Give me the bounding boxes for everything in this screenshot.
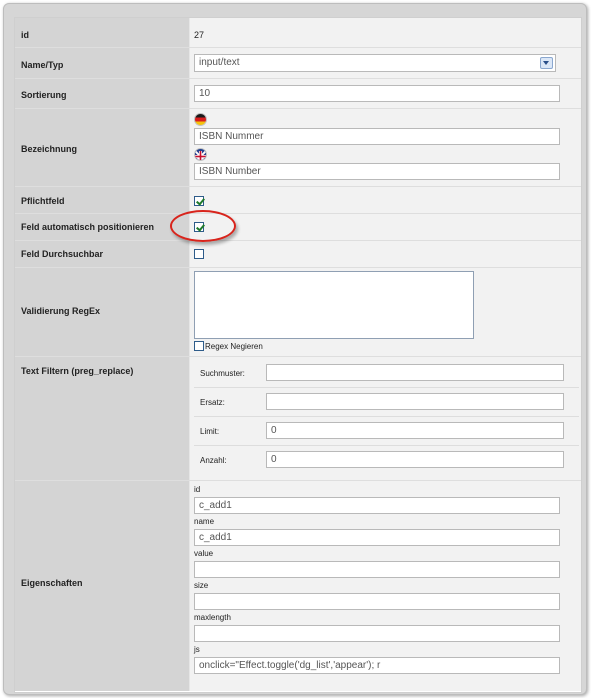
prop-maxlength-input[interactable]: [194, 625, 560, 642]
prop-size-input[interactable]: [194, 593, 560, 610]
suchmuster-label: Suchmuster:: [200, 369, 245, 378]
ersatz-label: Ersatz:: [200, 398, 225, 407]
value-cell: [190, 214, 581, 240]
suchmuster-input[interactable]: [266, 364, 564, 381]
filter-row-suchmuster: Suchmuster:: [194, 359, 579, 388]
prop-js-label: js: [194, 645, 200, 654]
durchsuchbar-checkbox[interactable]: [194, 249, 204, 259]
auto-position-checkbox[interactable]: [194, 222, 204, 232]
filter-row-anzahl: Anzahl:: [194, 446, 579, 474]
value-cell: [190, 241, 581, 267]
row-text-filter: Text Filtern (preg_replace) Suchmuster: …: [15, 357, 581, 481]
row-bezeichnung: Bezeichnung: [15, 109, 581, 187]
prop-value-label: value: [194, 549, 214, 558]
text-filter-label: Text Filtern (preg_replace): [21, 366, 134, 376]
filter-row-ersatz: Ersatz:: [194, 388, 579, 417]
eigenschaften-label: Eigenschaften: [21, 578, 83, 588]
uk-flag-icon: [195, 149, 206, 160]
value-cell: Regex Negieren: [190, 268, 581, 356]
auto-position-label: Feld automatisch positionieren: [21, 222, 155, 232]
label-cell: Feld automatisch positionieren: [15, 214, 190, 240]
label-cell: Eigenschaften: [15, 481, 190, 691]
value-cell: id name value size maxlength js: [190, 481, 581, 691]
prop-js-input[interactable]: [194, 657, 560, 674]
label-cell: Feld Durchsuchbar: [15, 241, 190, 267]
value-cell: [190, 187, 581, 213]
sortierung-label: Sortierung: [21, 90, 67, 100]
row-name-typ: Name/Typ input/text: [15, 48, 581, 79]
pflichtfeld-label: Pflichtfeld: [21, 196, 65, 206]
limit-label: Limit:: [200, 427, 220, 436]
form-window: id 27 Name/Typ input/text Sortierung 10 …: [3, 3, 587, 695]
anzahl-input[interactable]: [266, 451, 564, 468]
id-label: id: [21, 30, 29, 40]
germany-flag-icon: [195, 114, 206, 125]
text-filter-table: Suchmuster: Ersatz: Limit: Anzahl:: [194, 357, 579, 476]
row-pflichtfeld: Pflichtfeld: [15, 187, 581, 214]
name-typ-label: Name/Typ: [21, 60, 64, 70]
row-id: id 27: [15, 18, 581, 48]
label-cell: Validierung RegEx: [15, 268, 190, 356]
prop-name-input[interactable]: [194, 529, 560, 546]
chevron-down-icon[interactable]: [540, 57, 553, 69]
filter-row-limit: Limit:: [194, 417, 579, 446]
durchsuchbar-label: Feld Durchsuchbar: [21, 249, 104, 259]
prop-value-input[interactable]: [194, 561, 560, 578]
prop-id-label: id: [194, 485, 201, 494]
prop-id-input[interactable]: [194, 497, 560, 514]
uk-flag-graphic: [195, 150, 206, 160]
row-eigenschaften: Eigenschaften id name value size maxleng…: [15, 481, 581, 691]
value-cell: input/text: [190, 48, 581, 78]
label-cell: Pflichtfeld: [15, 187, 190, 213]
prop-name-label: name: [194, 517, 215, 526]
bezeichnung-en-input[interactable]: [194, 163, 560, 180]
label-cell: Sortierung: [15, 79, 190, 108]
label-cell: Text Filtern (preg_replace): [15, 357, 190, 480]
bezeichnung-label: Bezeichnung: [21, 144, 78, 154]
type-select-value: input/text: [199, 57, 240, 68]
id-value: 27: [194, 30, 205, 40]
row-auto-position: Feld automatisch positionieren: [15, 214, 581, 241]
prop-maxlength-label: maxlength: [194, 613, 231, 622]
row-sortierung: Sortierung: [15, 79, 581, 109]
form-table: id 27 Name/Typ input/text Sortierung 10 …: [14, 17, 582, 693]
pflichtfeld-checkbox[interactable]: [194, 196, 204, 206]
label-cell: Bezeichnung: [15, 109, 190, 186]
value-cell: [190, 109, 581, 186]
ersatz-input[interactable]: [266, 393, 564, 410]
value-cell: 27: [190, 18, 581, 47]
limit-input[interactable]: [266, 422, 564, 439]
regex-negieren-checkbox[interactable]: [194, 341, 204, 351]
row-validierung: Validierung RegEx Regex Negieren: [15, 268, 581, 357]
type-select[interactable]: input/text: [194, 54, 556, 72]
regex-negieren-label: Regex Negieren: [205, 342, 263, 351]
sortierung-input[interactable]: [194, 85, 560, 102]
prop-size-label: size: [194, 581, 209, 590]
label-cell: id: [15, 18, 190, 47]
value-cell: [190, 79, 581, 108]
value-cell: Suchmuster: Ersatz: Limit: Anzahl:: [190, 357, 581, 480]
label-cell: Name/Typ: [15, 48, 190, 78]
validierung-label: Validierung RegEx: [21, 306, 101, 316]
anzahl-label: Anzahl:: [200, 456, 227, 465]
bezeichnung-de-input[interactable]: [194, 128, 560, 145]
regex-textarea[interactable]: [194, 271, 474, 339]
row-durchsuchbar: Feld Durchsuchbar: [15, 241, 581, 268]
